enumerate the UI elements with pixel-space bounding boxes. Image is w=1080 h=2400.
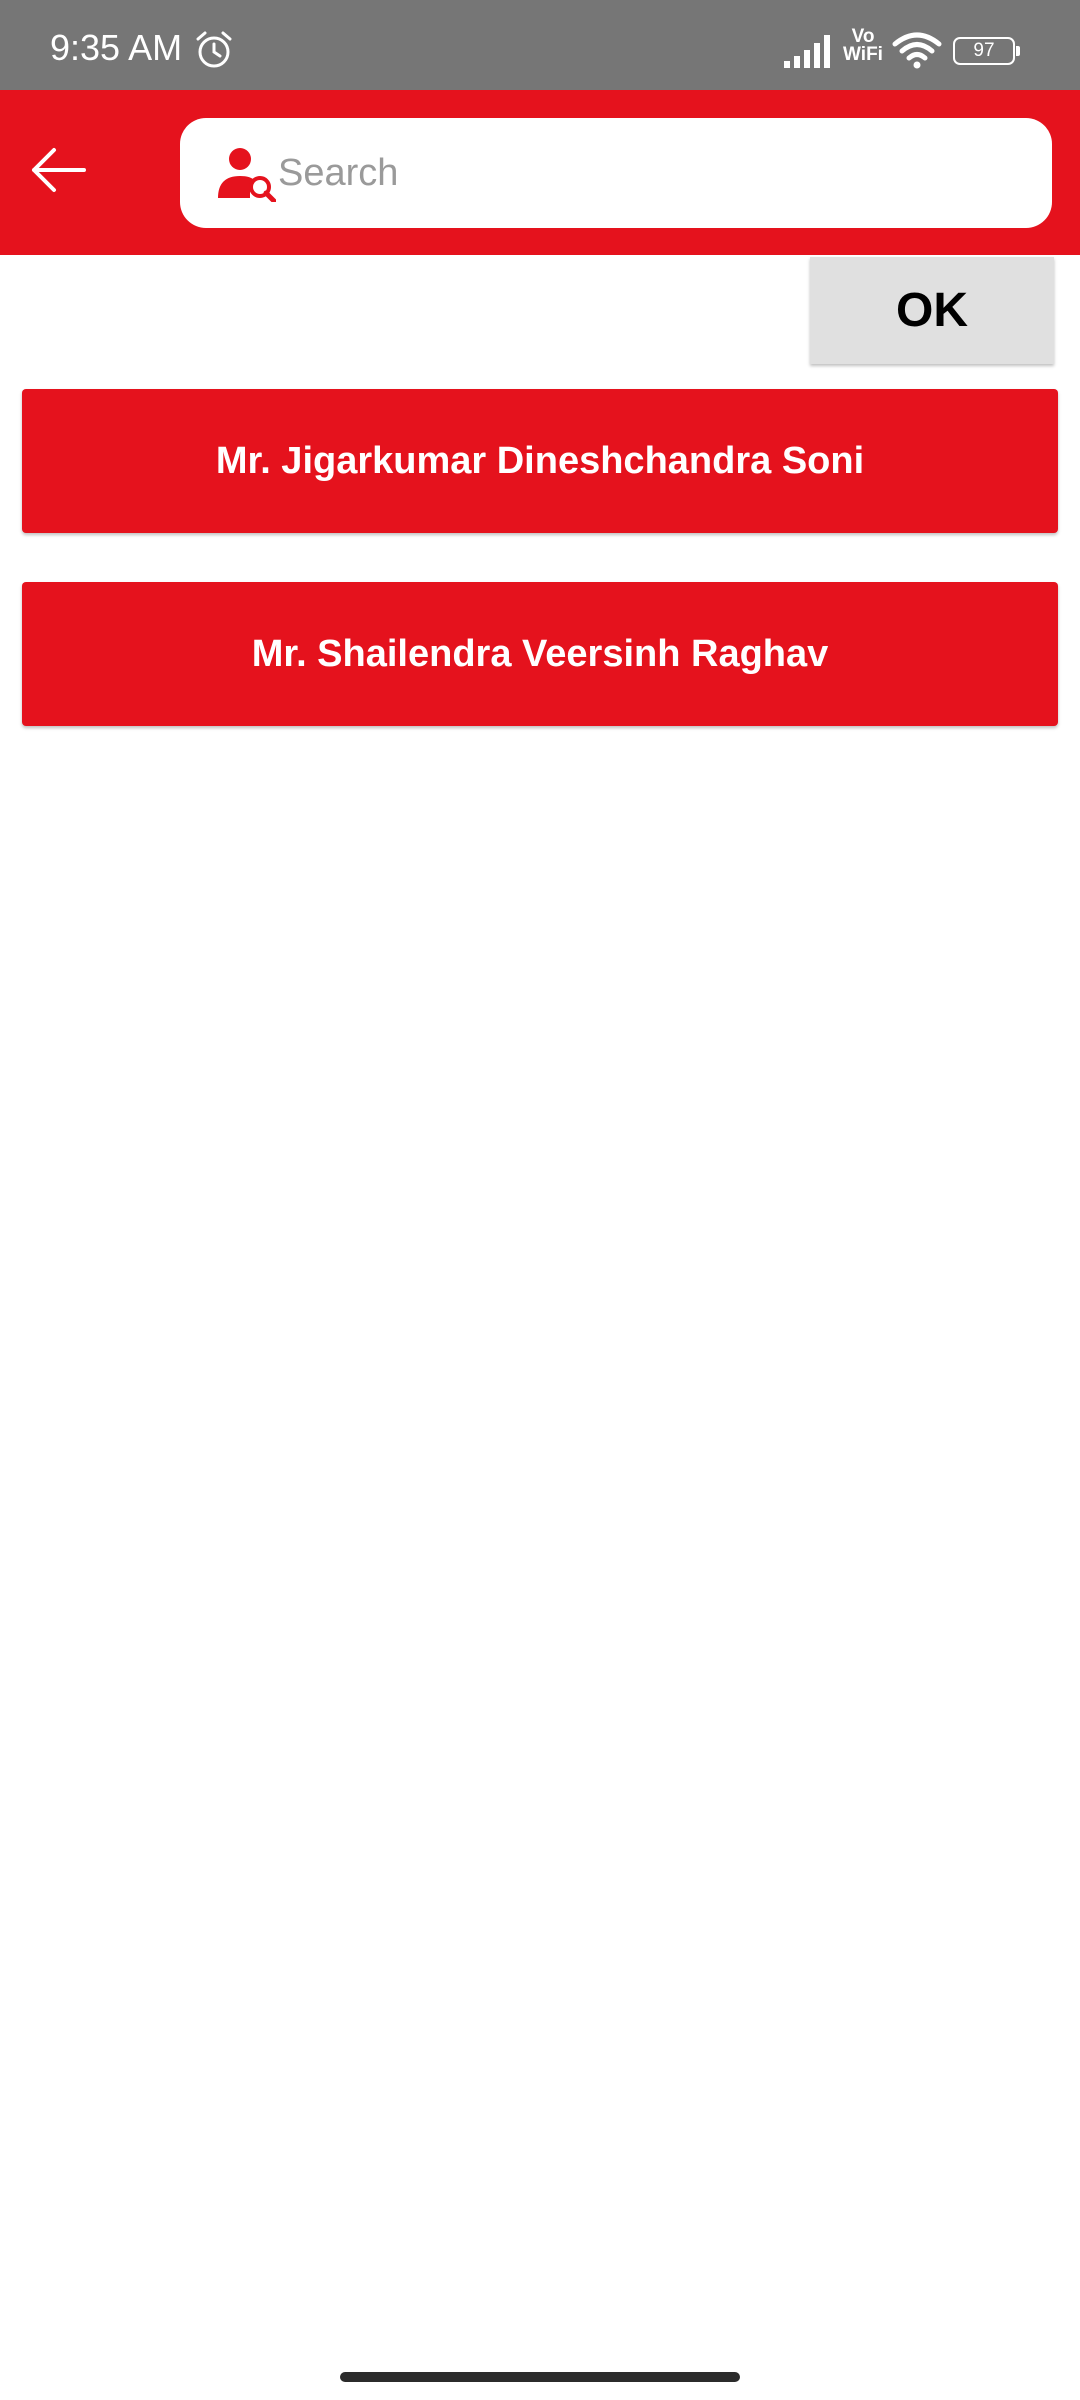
home-indicator[interactable] (340, 2372, 740, 2382)
alarm-icon (196, 31, 232, 68)
vowifi-label: Vo WiFi (843, 26, 883, 65)
search-box[interactable] (180, 118, 1052, 228)
app-bar (0, 90, 1080, 255)
battery-tip (1016, 46, 1020, 56)
status-time: 9:35 AM (50, 27, 183, 68)
signal-icon (784, 35, 830, 68)
search-input[interactable] (278, 138, 1018, 208)
status-bar: 9:35 AM Vo WiFi 97 (0, 0, 1080, 90)
user-search-icon (218, 148, 276, 202)
arrow-left-icon[interactable] (20, 130, 100, 210)
battery-level: 97 (953, 37, 1015, 65)
list-item[interactable]: Mr. Shailendra Veersinh Raghav (22, 582, 1058, 726)
wifi-icon (892, 32, 942, 69)
list-item[interactable]: Mr. Jigarkumar Dineshchandra Soni (22, 389, 1058, 533)
battery-indicator: 97 (953, 37, 1020, 65)
ok-button[interactable]: OK (810, 257, 1054, 364)
